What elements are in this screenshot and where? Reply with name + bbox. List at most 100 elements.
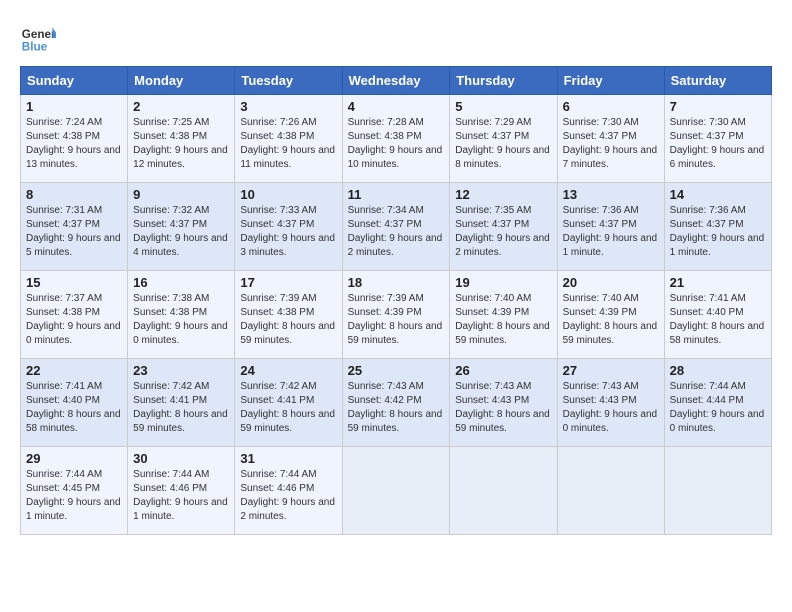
daylight: Daylight: 9 hours and 2 minutes. — [455, 233, 550, 258]
daylight: Daylight: 9 hours and 0 minutes. — [133, 321, 228, 346]
sunrise: Sunrise: 7:39 AM — [240, 293, 316, 304]
calendar-cell: 2 Sunrise: 7:25 AM Sunset: 4:38 PM Dayli… — [128, 95, 235, 183]
daylight: Daylight: 8 hours and 59 minutes. — [240, 321, 335, 346]
day-number: 3 — [240, 99, 336, 114]
sunset: Sunset: 4:37 PM — [563, 131, 637, 142]
calendar-cell: 29 Sunrise: 7:44 AM Sunset: 4:45 PM Dayl… — [21, 447, 128, 535]
daylight: Daylight: 9 hours and 1 minute. — [26, 497, 121, 522]
sunset: Sunset: 4:37 PM — [670, 219, 744, 230]
daylight: Daylight: 8 hours and 59 minutes. — [455, 409, 550, 434]
calendar-cell: 14 Sunrise: 7:36 AM Sunset: 4:37 PM Dayl… — [664, 183, 771, 271]
column-header-wednesday: Wednesday — [342, 67, 450, 95]
calendar-cell: 31 Sunrise: 7:44 AM Sunset: 4:46 PM Dayl… — [235, 447, 342, 535]
calendar-cell: 27 Sunrise: 7:43 AM Sunset: 4:43 PM Dayl… — [557, 359, 664, 447]
day-info: Sunrise: 7:35 AM Sunset: 4:37 PM Dayligh… — [455, 204, 551, 260]
sunset: Sunset: 4:43 PM — [563, 395, 637, 406]
day-info: Sunrise: 7:29 AM Sunset: 4:37 PM Dayligh… — [455, 116, 551, 172]
sunset: Sunset: 4:42 PM — [348, 395, 422, 406]
sunrise: Sunrise: 7:33 AM — [240, 205, 316, 216]
calendar-cell: 13 Sunrise: 7:36 AM Sunset: 4:37 PM Dayl… — [557, 183, 664, 271]
sunset: Sunset: 4:37 PM — [348, 219, 422, 230]
day-number: 24 — [240, 363, 336, 378]
daylight: Daylight: 9 hours and 2 minutes. — [348, 233, 443, 258]
calendar-cell: 5 Sunrise: 7:29 AM Sunset: 4:37 PM Dayli… — [450, 95, 557, 183]
day-info: Sunrise: 7:40 AM Sunset: 4:39 PM Dayligh… — [563, 292, 659, 348]
calendar-cell: 8 Sunrise: 7:31 AM Sunset: 4:37 PM Dayli… — [21, 183, 128, 271]
sunset: Sunset: 4:37 PM — [563, 219, 637, 230]
calendar-cell: 7 Sunrise: 7:30 AM Sunset: 4:37 PM Dayli… — [664, 95, 771, 183]
daylight: Daylight: 8 hours and 59 minutes. — [563, 321, 658, 346]
sunset: Sunset: 4:37 PM — [455, 219, 529, 230]
day-number: 6 — [563, 99, 659, 114]
sunrise: Sunrise: 7:40 AM — [455, 293, 531, 304]
calendar-cell: 16 Sunrise: 7:38 AM Sunset: 4:38 PM Dayl… — [128, 271, 235, 359]
day-info: Sunrise: 7:31 AM Sunset: 4:37 PM Dayligh… — [26, 204, 122, 260]
sunrise: Sunrise: 7:42 AM — [133, 381, 209, 392]
calendar-cell: 23 Sunrise: 7:42 AM Sunset: 4:41 PM Dayl… — [128, 359, 235, 447]
sunset: Sunset: 4:46 PM — [133, 483, 207, 494]
daylight: Daylight: 9 hours and 0 minutes. — [670, 409, 765, 434]
day-info: Sunrise: 7:28 AM Sunset: 4:38 PM Dayligh… — [348, 116, 445, 172]
calendar-cell: 30 Sunrise: 7:44 AM Sunset: 4:46 PM Dayl… — [128, 447, 235, 535]
day-number: 17 — [240, 275, 336, 290]
day-info: Sunrise: 7:32 AM Sunset: 4:37 PM Dayligh… — [133, 204, 229, 260]
sunrise: Sunrise: 7:43 AM — [348, 381, 424, 392]
sunset: Sunset: 4:43 PM — [455, 395, 529, 406]
day-number: 25 — [348, 363, 445, 378]
calendar-cell: 17 Sunrise: 7:39 AM Sunset: 4:38 PM Dayl… — [235, 271, 342, 359]
daylight: Daylight: 9 hours and 3 minutes. — [240, 233, 335, 258]
sunrise: Sunrise: 7:44 AM — [26, 469, 102, 480]
day-number: 14 — [670, 187, 766, 202]
sunrise: Sunrise: 7:43 AM — [563, 381, 639, 392]
day-info: Sunrise: 7:25 AM Sunset: 4:38 PM Dayligh… — [133, 116, 229, 172]
day-info: Sunrise: 7:36 AM Sunset: 4:37 PM Dayligh… — [563, 204, 659, 260]
column-header-sunday: Sunday — [21, 67, 128, 95]
daylight: Daylight: 9 hours and 5 minutes. — [26, 233, 121, 258]
sunset: Sunset: 4:38 PM — [133, 307, 207, 318]
sunrise: Sunrise: 7:43 AM — [455, 381, 531, 392]
column-header-saturday: Saturday — [664, 67, 771, 95]
day-info: Sunrise: 7:44 AM Sunset: 4:45 PM Dayligh… — [26, 468, 122, 524]
day-info: Sunrise: 7:41 AM Sunset: 4:40 PM Dayligh… — [26, 380, 122, 436]
sunrise: Sunrise: 7:26 AM — [240, 117, 316, 128]
day-number: 13 — [563, 187, 659, 202]
calendar-cell: 21 Sunrise: 7:41 AM Sunset: 4:40 PM Dayl… — [664, 271, 771, 359]
calendar-cell: 18 Sunrise: 7:39 AM Sunset: 4:39 PM Dayl… — [342, 271, 450, 359]
day-number: 11 — [348, 187, 445, 202]
sunset: Sunset: 4:38 PM — [348, 131, 422, 142]
day-number: 21 — [670, 275, 766, 290]
daylight: Daylight: 9 hours and 6 minutes. — [670, 145, 765, 170]
day-number: 28 — [670, 363, 766, 378]
column-header-friday: Friday — [557, 67, 664, 95]
calendar-table: SundayMondayTuesdayWednesdayThursdayFrid… — [20, 66, 772, 535]
daylight: Daylight: 9 hours and 10 minutes. — [348, 145, 443, 170]
sunrise: Sunrise: 7:39 AM — [348, 293, 424, 304]
sunset: Sunset: 4:40 PM — [670, 307, 744, 318]
sunset: Sunset: 4:41 PM — [240, 395, 314, 406]
day-info: Sunrise: 7:24 AM Sunset: 4:38 PM Dayligh… — [26, 116, 122, 172]
day-info: Sunrise: 7:40 AM Sunset: 4:39 PM Dayligh… — [455, 292, 551, 348]
sunrise: Sunrise: 7:31 AM — [26, 205, 102, 216]
daylight: Daylight: 9 hours and 0 minutes. — [563, 409, 658, 434]
calendar-cell: 22 Sunrise: 7:41 AM Sunset: 4:40 PM Dayl… — [21, 359, 128, 447]
sunset: Sunset: 4:37 PM — [240, 219, 314, 230]
day-number: 19 — [455, 275, 551, 290]
day-info: Sunrise: 7:30 AM Sunset: 4:37 PM Dayligh… — [670, 116, 766, 172]
sunrise: Sunrise: 7:44 AM — [240, 469, 316, 480]
calendar-cell: 20 Sunrise: 7:40 AM Sunset: 4:39 PM Dayl… — [557, 271, 664, 359]
daylight: Daylight: 9 hours and 4 minutes. — [133, 233, 228, 258]
sunset: Sunset: 4:38 PM — [26, 307, 100, 318]
sunrise: Sunrise: 7:35 AM — [455, 205, 531, 216]
calendar-cell: 10 Sunrise: 7:33 AM Sunset: 4:37 PM Dayl… — [235, 183, 342, 271]
calendar-cell: 26 Sunrise: 7:43 AM Sunset: 4:43 PM Dayl… — [450, 359, 557, 447]
daylight: Daylight: 8 hours and 59 minutes. — [348, 409, 443, 434]
daylight: Daylight: 9 hours and 7 minutes. — [563, 145, 658, 170]
day-number: 16 — [133, 275, 229, 290]
day-number: 31 — [240, 451, 336, 466]
sunset: Sunset: 4:46 PM — [240, 483, 314, 494]
calendar-week-5: 29 Sunrise: 7:44 AM Sunset: 4:45 PM Dayl… — [21, 447, 772, 535]
sunrise: Sunrise: 7:38 AM — [133, 293, 209, 304]
day-number: 12 — [455, 187, 551, 202]
day-number: 8 — [26, 187, 122, 202]
calendar-week-3: 15 Sunrise: 7:37 AM Sunset: 4:38 PM Dayl… — [21, 271, 772, 359]
